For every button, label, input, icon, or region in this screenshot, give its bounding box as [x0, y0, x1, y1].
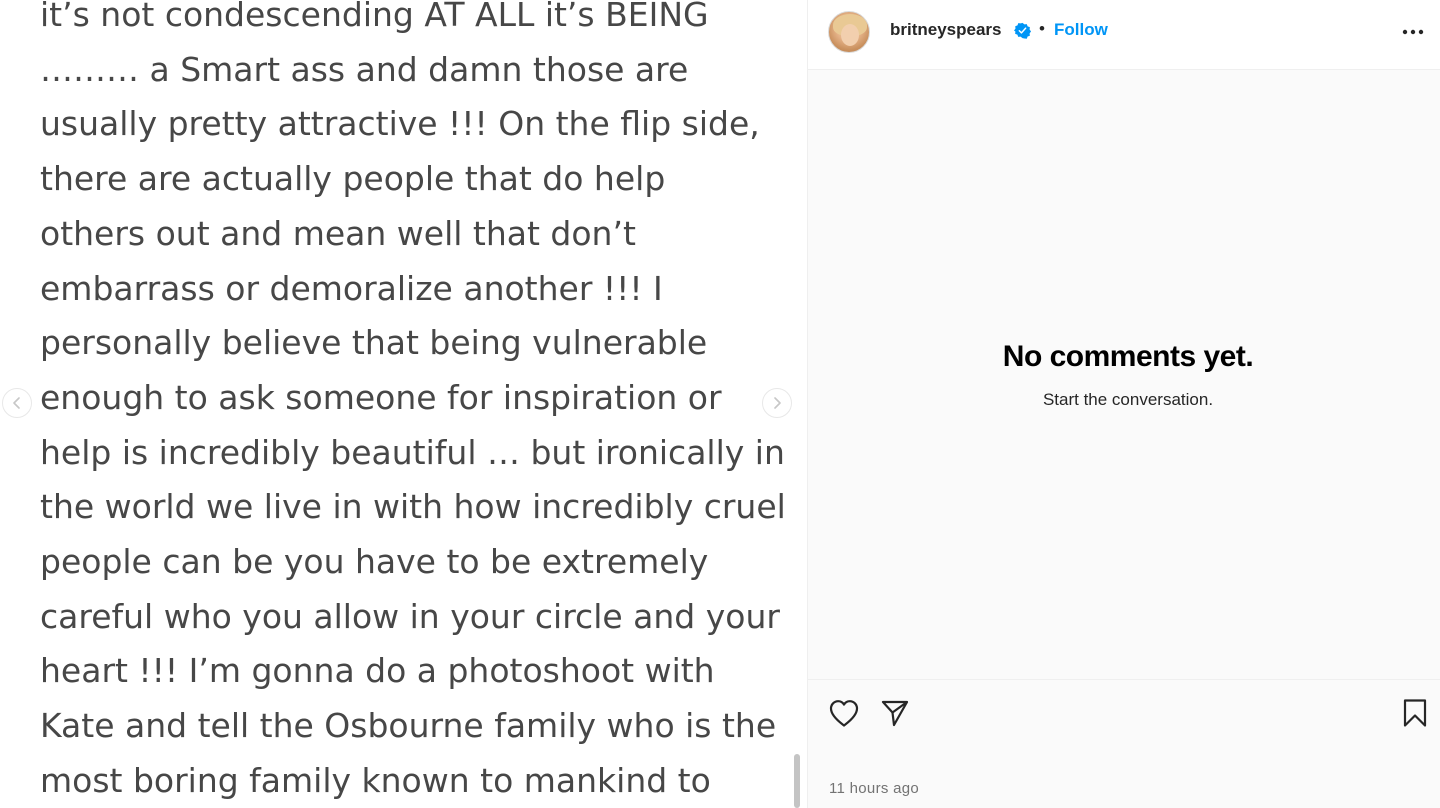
post-text-line: people can be you have to be extremely [40, 542, 709, 582]
post-text-line: embarrass or demoralize another !!! I [40, 268, 663, 308]
post-text-line: it’s not condescending AT ALL it’s BEING [40, 0, 709, 34]
share-button[interactable] [878, 696, 912, 730]
chevron-right-icon [774, 397, 781, 409]
previous-slide-button[interactable] [2, 388, 32, 418]
post-image-text: it’s not condescending AT ALL it’s BEING… [40, 0, 786, 808]
post-text-line: the world we live in with how incredibly… [40, 487, 786, 527]
separator-dot: • [1039, 19, 1045, 38]
post-header: britneyspears • Follow [808, 0, 1440, 70]
heart-icon [829, 700, 859, 727]
post-media: it’s not condescending AT ALL it’s BEING… [0, 0, 808, 808]
empty-comments-subtitle: Start the conversation. [1042, 390, 1214, 409]
post-modal: it’s not condescending AT ALL it’s BEING… [0, 0, 1440, 808]
chevron-left-icon [13, 397, 20, 409]
paper-plane-icon [881, 700, 909, 727]
post-sidebar: britneyspears • Follow No comments yet. … [808, 0, 1440, 808]
comments-section: No comments yet. Start the conversation. [808, 70, 1440, 679]
more-options-icon [1402, 29, 1424, 35]
post-text-line: Kate and tell the Osbourne family who is… [40, 706, 777, 746]
post-text-line: others out and mean well that don’t [40, 213, 636, 253]
post-text-line: careful who you allow in your circle and… [40, 596, 780, 636]
more-options-button[interactable] [1400, 22, 1426, 42]
like-button[interactable] [827, 696, 861, 730]
save-button[interactable] [1398, 696, 1432, 730]
username-link[interactable]: britneyspears [890, 20, 1002, 40]
post-text-line: heart !!! I’m gonna do a photoshoot with [40, 651, 715, 691]
post-text-line: enough to ask someone for inspiration or [40, 377, 722, 417]
avatar[interactable] [828, 11, 870, 53]
post-text-line: ……… a Smart ass and damn those are [40, 49, 689, 89]
post-text-line: help is incredibly beautiful … but ironi… [40, 432, 785, 472]
verified-badge-icon [1014, 22, 1031, 39]
post-timestamp[interactable]: 11 hours ago [829, 780, 919, 797]
post-text-line: there are actually people that do help [40, 159, 666, 199]
post-text-line: personally believe that being vulnerable [40, 323, 708, 363]
post-text-line: most boring family known to mankind to [40, 760, 711, 800]
scrollbar-thumb[interactable] [794, 754, 800, 808]
empty-comments-title: No comments yet. [1002, 340, 1254, 373]
post-text-line: usually pretty attractive !!! On the fli… [40, 104, 760, 144]
bookmark-icon [1403, 699, 1427, 727]
post-actions: 11 hours ago [808, 679, 1440, 808]
next-slide-button[interactable] [762, 388, 792, 418]
avatar-face [841, 24, 859, 46]
follow-button[interactable]: Follow [1054, 20, 1108, 40]
